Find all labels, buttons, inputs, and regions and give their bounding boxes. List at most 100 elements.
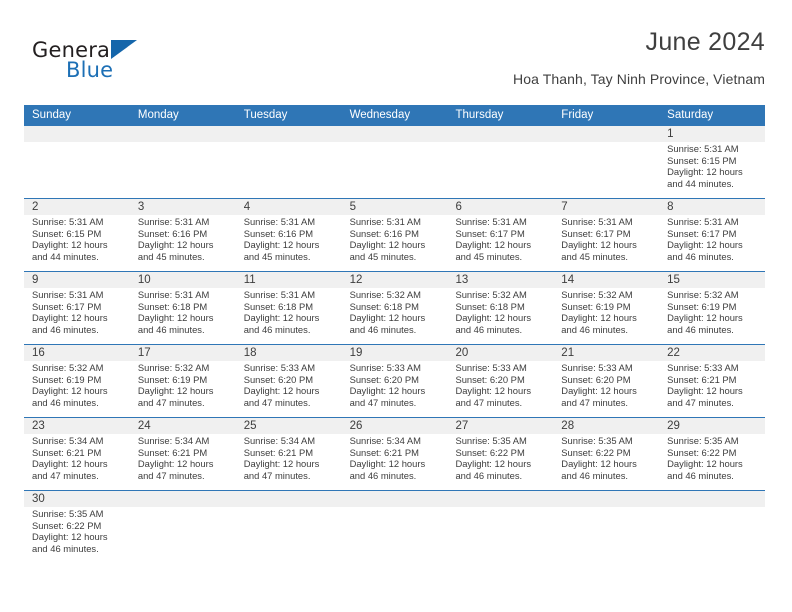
day-number: 8 — [667, 201, 674, 213]
daylight-text-line2: and 47 minutes. — [455, 396, 523, 408]
calendar-day-cell[interactable]: 27 Sunrise: 5:35 AM Sunset: 6:22 PM Dayligh… — [447, 418, 553, 490]
calendar-day-cell-empty — [447, 491, 553, 579]
calendar-page: General Blue June 2024 Hoa Thanh, Tay Ni… — [0, 0, 792, 612]
daylight-text-line2: and 46 minutes. — [32, 396, 99, 408]
daylight-text-line1: Daylight: 12 hours — [32, 239, 108, 251]
calendar-day-cell[interactable]: 23 Sunrise: 5:34 AM Sunset: 6:21 PM Dayligh… — [24, 418, 130, 490]
calendar-day-cell-empty — [342, 126, 448, 198]
calendar-day-cell[interactable]: 17 Sunrise: 5:32 AM Sunset: 6:19 PM Dayligh… — [130, 345, 236, 417]
daylight-text-line1: Daylight: 12 hours — [667, 458, 743, 470]
calendar-day-cell[interactable]: 13 Sunrise: 5:32 AM Sunset: 6:18 PM Dayligh… — [447, 272, 553, 344]
day-number: 21 — [561, 347, 575, 359]
day-number: 12 — [349, 274, 363, 286]
calendar-day-cell[interactable]: 8 Sunrise: 5:31 AM Sunset: 6:17 PM Daylight… — [659, 199, 765, 271]
sunset-text: Sunset: 6:16 PM — [243, 227, 314, 239]
calendar-day-cell[interactable]: 3 Sunrise: 5:31 AM Sunset: 6:16 PM Daylight… — [130, 199, 236, 271]
daylight-text-line1: Daylight: 12 hours — [32, 458, 108, 470]
calendar-day-cell[interactable]: 28 Sunrise: 5:35 AM Sunset: 6:22 PM Dayligh… — [553, 418, 659, 490]
daylight-text-line2: and 46 minutes. — [137, 323, 205, 335]
calendar-day-cell[interactable]: 4 Sunrise: 5:31 AM Sunset: 6:16 PM Daylight… — [236, 199, 342, 271]
calendar-day-cell-empty — [236, 491, 342, 579]
calendar-day-cell[interactable]: 7 Sunrise: 5:31 AM Sunset: 6:17 PM Daylight… — [553, 199, 659, 271]
calendar-day-cell-empty — [24, 126, 130, 198]
calendar-day-cell[interactable]: 30 Sunrise: 5:35 AM Sunset: 6:22 PM Dayligh… — [24, 491, 130, 579]
day-details: Sunrise: 5:31 AM Sunset: 6:17 PM Daylight:… — [455, 216, 546, 262]
weekday-header-row: Sunday Monday Tuesday Wednesday Thursday… — [24, 105, 765, 126]
calendar-day-cell[interactable]: 24 Sunrise: 5:34 AM Sunset: 6:21 PM Dayligh… — [130, 418, 236, 490]
daylight-text-line2: and 46 minutes. — [455, 469, 523, 481]
daylight-text-line1: Daylight: 12 hours — [243, 385, 320, 397]
calendar-day-cell[interactable]: 22 Sunrise: 5:33 AM Sunset: 6:21 PM Dayligh… — [659, 345, 765, 417]
weekday-header-sunday: Sunday — [32, 109, 72, 121]
calendar-day-cell[interactable]: 12 Sunrise: 5:32 AM Sunset: 6:18 PM Dayligh… — [342, 272, 448, 344]
sunrise-text: Sunrise: 5:33 AM — [667, 362, 739, 373]
general-blue-logo[interactable]: General Blue — [32, 38, 212, 94]
calendar-day-cell[interactable]: 6 Sunrise: 5:31 AM Sunset: 6:17 PM Daylight… — [447, 199, 553, 271]
calendar-week-row: 1 Sunrise: 5:31 AM Sunset: 6:15 PM Daylight… — [24, 126, 765, 198]
calendar-grid: Sunday Monday Tuesday Wednesday Thursday… — [24, 105, 765, 579]
daylight-text-line1: Daylight: 12 hours — [349, 312, 426, 324]
daylight-text-line1: Daylight: 12 hours — [667, 312, 743, 324]
daylight-text-line2: and 47 minutes. — [243, 469, 311, 481]
day-number: 16 — [32, 347, 45, 359]
daylight-text-line1: Daylight: 12 hours — [32, 385, 108, 397]
sunset-text: Sunset: 6:18 PM — [137, 300, 208, 312]
calendar-day-cell[interactable]: 10 Sunrise: 5:31 AM Sunset: 6:18 PM Dayligh… — [130, 272, 236, 344]
calendar-day-cell[interactable]: 16 Sunrise: 5:32 AM Sunset: 6:19 PM Dayligh… — [24, 345, 130, 417]
day-details: Sunrise: 5:35 AM Sunset: 6:22 PM Daylight:… — [667, 435, 758, 481]
day-number: 10 — [137, 274, 151, 286]
sunrise-text: Sunrise: 5:35 AM — [455, 435, 527, 446]
day-details: Sunrise: 5:35 AM Sunset: 6:22 PM Daylight:… — [32, 508, 123, 554]
daylight-text-line1: Daylight: 12 hours — [455, 385, 532, 397]
calendar-day-cell[interactable]: 26 Sunrise: 5:34 AM Sunset: 6:21 PM Dayligh… — [342, 418, 448, 490]
day-details: Sunrise: 5:31 AM Sunset: 6:16 PM Daylight:… — [138, 216, 229, 262]
daylight-text-line1: Daylight: 12 hours — [137, 458, 214, 470]
sunrise-text: Sunrise: 5:31 AM — [561, 216, 633, 227]
daylight-text-line2: and 46 minutes. — [349, 469, 417, 481]
sunrise-text: Sunrise: 5:35 AM — [32, 508, 104, 519]
sunrise-text: Sunrise: 5:32 AM — [455, 289, 527, 300]
calendar-day-cell[interactable]: 29 Sunrise: 5:35 AM Sunset: 6:22 PM Dayligh… — [659, 418, 765, 490]
page-header: General Blue June 2024 Hoa Thanh, Tay Ni… — [24, 28, 765, 96]
day-number: 19 — [349, 347, 363, 359]
calendar-day-cell[interactable]: 18 Sunrise: 5:33 AM Sunset: 6:20 PM Dayligh… — [236, 345, 342, 417]
calendar-day-cell[interactable]: 1 Sunrise: 5:31 AM Sunset: 6:15 PM Daylight… — [659, 126, 765, 198]
sunrise-text: Sunrise: 5:35 AM — [561, 435, 633, 446]
calendar-day-cell[interactable]: 25 Sunrise: 5:34 AM Sunset: 6:21 PM Dayligh… — [236, 418, 342, 490]
calendar-day-cell[interactable]: 19 Sunrise: 5:33 AM Sunset: 6:20 PM Dayligh… — [342, 345, 448, 417]
calendar-day-cell[interactable]: 20 Sunrise: 5:33 AM Sunset: 6:20 PM Dayligh… — [447, 345, 553, 417]
calendar-day-cell-empty — [447, 126, 553, 198]
day-details: Sunrise: 5:31 AM Sunset: 6:15 PM Daylight:… — [667, 143, 758, 189]
sunrise-text: Sunrise: 5:31 AM — [667, 216, 739, 227]
calendar-day-cell[interactable]: 11 Sunrise: 5:31 AM Sunset: 6:18 PM Dayligh… — [236, 272, 342, 344]
day-number: 15 — [667, 274, 680, 286]
sunrise-text: Sunrise: 5:31 AM — [667, 143, 739, 154]
sunrise-text: Sunrise: 5:32 AM — [667, 289, 739, 300]
calendar-day-cell[interactable]: 15 Sunrise: 5:32 AM Sunset: 6:19 PM Dayligh… — [659, 272, 765, 344]
daylight-text-line1: Daylight: 12 hours — [667, 385, 743, 397]
sunset-text: Sunset: 6:17 PM — [667, 227, 737, 239]
day-details: Sunrise: 5:32 AM Sunset: 6:18 PM Daylight:… — [455, 289, 546, 335]
calendar-day-cell[interactable]: 9 Sunrise: 5:31 AM Sunset: 6:17 PM Daylight… — [24, 272, 130, 344]
daylight-text-line1: Daylight: 12 hours — [349, 458, 426, 470]
day-details: Sunrise: 5:34 AM Sunset: 6:21 PM Daylight:… — [350, 435, 441, 481]
day-details: Sunrise: 5:34 AM Sunset: 6:21 PM Daylight:… — [32, 435, 123, 481]
weekday-header-thursday: Thursday — [455, 109, 504, 121]
calendar-day-cell[interactable]: 5 Sunrise: 5:31 AM Sunset: 6:16 PM Daylight… — [342, 199, 448, 271]
daylight-text-line2: and 47 minutes. — [243, 396, 311, 408]
day-number: 22 — [667, 347, 680, 359]
day-number: 17 — [137, 347, 151, 359]
sunset-text: Sunset: 6:16 PM — [349, 227, 419, 239]
sunset-text: Sunset: 6:17 PM — [561, 227, 631, 239]
day-number: 20 — [455, 347, 469, 359]
calendar-day-cell[interactable]: 14 Sunrise: 5:32 AM Sunset: 6:19 PM Dayligh… — [553, 272, 659, 344]
daylight-text-line2: and 46 minutes. — [667, 250, 734, 262]
day-number: 11 — [243, 274, 256, 286]
day-details: Sunrise: 5:31 AM Sunset: 6:17 PM Daylight:… — [32, 289, 123, 335]
daylight-text-line1: Daylight: 12 hours — [349, 239, 426, 251]
calendar-day-cell[interactable]: 2 Sunrise: 5:31 AM Sunset: 6:15 PM Daylight… — [24, 199, 130, 271]
sunset-text: Sunset: 6:20 PM — [455, 373, 525, 385]
calendar-day-cell[interactable]: 21 Sunrise: 5:33 AM Sunset: 6:20 PM Dayligh… — [553, 345, 659, 417]
daylight-text-line2: and 47 minutes. — [137, 396, 205, 408]
sunrise-text: Sunrise: 5:34 AM — [349, 435, 421, 446]
